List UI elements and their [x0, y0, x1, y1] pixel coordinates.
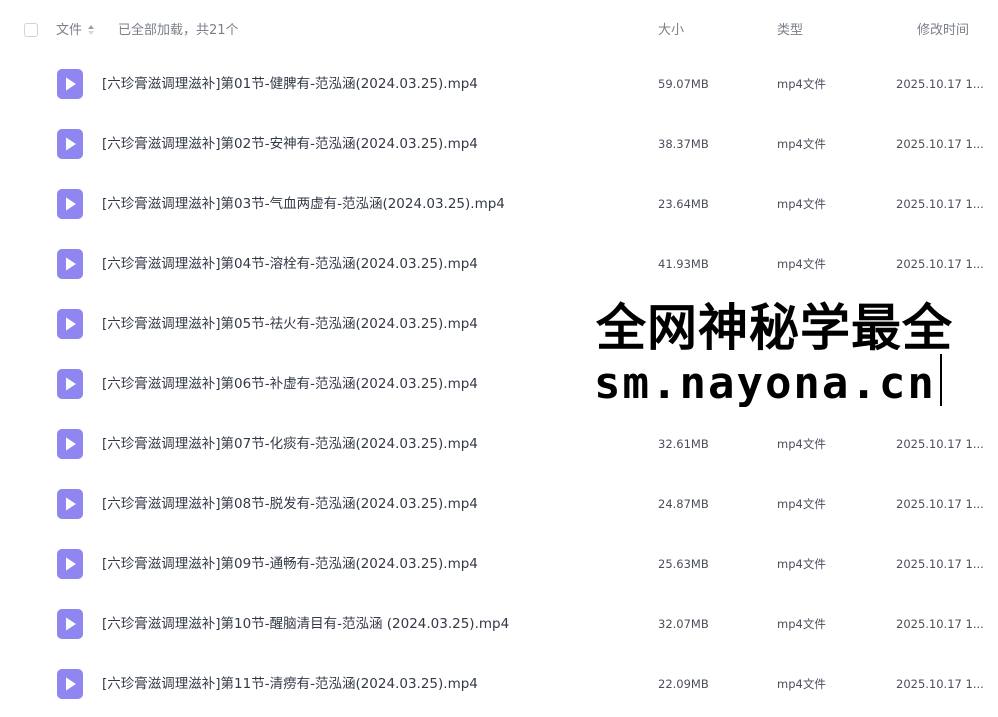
- column-header-modified[interactable]: 修改时间: [917, 23, 969, 39]
- file-row[interactable]: [六珍膏滋调理滋补]第02节-安神有-范泓涵(2024.03.25).mp4 38…: [0, 117, 998, 177]
- column-header-file[interactable]: 文件: [56, 23, 82, 39]
- column-header-size[interactable]: 大小: [658, 23, 684, 39]
- file-row[interactable]: [六珍膏滋调理滋补]第08节-脱发有-范泓涵(2024.03.25).mp4 24…: [0, 477, 998, 537]
- file-size: 59.07MB: [658, 77, 709, 91]
- video-file-icon: [57, 669, 83, 699]
- file-size: 24.87MB: [658, 497, 709, 511]
- file-modified-date: 2025.10.17 1...: [896, 497, 984, 511]
- watermark-overlay: 全网神秘学最全 sm.nayona.cn: [592, 296, 998, 412]
- column-header-type[interactable]: 类型: [777, 23, 803, 39]
- text-caret: [940, 354, 942, 406]
- file-type: mp4文件: [777, 557, 826, 571]
- file-name[interactable]: [六珍膏滋调理滋补]第02节-安神有-范泓涵(2024.03.25).mp4: [102, 135, 478, 153]
- video-file-icon: [57, 69, 83, 99]
- file-type: mp4文件: [777, 497, 826, 511]
- file-size: 38.37MB: [658, 137, 709, 151]
- file-name[interactable]: [六珍膏滋调理滋补]第03节-气血两虚有-范泓涵(2024.03.25).mp4: [102, 195, 505, 213]
- file-name[interactable]: [六珍膏滋调理滋补]第08节-脱发有-范泓涵(2024.03.25).mp4: [102, 495, 478, 513]
- video-file-icon: [57, 249, 83, 279]
- file-modified-date: 2025.10.17 1...: [896, 77, 984, 91]
- video-file-icon: [57, 609, 83, 639]
- file-modified-date: 2025.10.17 1...: [896, 257, 984, 271]
- file-type: mp4文件: [777, 77, 826, 91]
- file-list-header: 文件 已全部加载，共21个 大小 类型 修改时间: [0, 0, 998, 62]
- sort-icon[interactable]: [88, 25, 94, 37]
- file-size: 32.61MB: [658, 437, 709, 451]
- file-size: 23.64MB: [658, 197, 709, 211]
- file-size: 25.63MB: [658, 557, 709, 571]
- file-modified-date: 2025.10.17 1...: [896, 437, 984, 451]
- file-modified-date: 2025.10.17 1...: [896, 557, 984, 571]
- file-row[interactable]: [六珍膏滋调理滋补]第03节-气血两虚有-范泓涵(2024.03.25).mp4…: [0, 177, 998, 237]
- file-name[interactable]: [六珍膏滋调理滋补]第06节-补虚有-范泓涵(2024.03.25).mp4: [102, 375, 478, 393]
- video-file-icon: [57, 129, 83, 159]
- file-type: mp4文件: [777, 197, 826, 211]
- file-name[interactable]: [六珍膏滋调理滋补]第07节-化痰有-范泓涵(2024.03.25).mp4: [102, 435, 478, 453]
- video-file-icon: [57, 489, 83, 519]
- file-name[interactable]: [六珍膏滋调理滋补]第10节-醒脑清目有-范泓涵 (2024.03.25).mp…: [102, 615, 509, 633]
- file-type: mp4文件: [777, 257, 826, 271]
- video-file-icon: [57, 369, 83, 399]
- video-file-icon: [57, 549, 83, 579]
- file-name[interactable]: [六珍膏滋调理滋补]第01节-健脾有-范泓涵(2024.03.25).mp4: [102, 75, 478, 93]
- file-modified-date: 2025.10.17 1...: [896, 197, 984, 211]
- file-row[interactable]: [六珍膏滋调理滋补]第04节-溶栓有-范泓涵(2024.03.25).mp4 41…: [0, 237, 998, 297]
- file-modified-date: 2025.10.17 1...: [896, 617, 984, 631]
- video-file-icon: [57, 309, 83, 339]
- file-row[interactable]: [六珍膏滋调理滋补]第09节-通畅有-范泓涵(2024.03.25).mp4 25…: [0, 537, 998, 597]
- file-size: 41.93MB: [658, 257, 709, 271]
- file-row[interactable]: [六珍膏滋调理滋补]第01节-健脾有-范泓涵(2024.03.25).mp4 59…: [0, 57, 998, 117]
- file-type: mp4文件: [777, 677, 826, 691]
- video-file-icon: [57, 429, 83, 459]
- file-type: mp4文件: [777, 137, 826, 151]
- file-name[interactable]: [六珍膏滋调理滋补]第09节-通畅有-范泓涵(2024.03.25).mp4: [102, 555, 478, 573]
- file-modified-date: 2025.10.17 1...: [896, 677, 984, 691]
- select-all-checkbox[interactable]: [24, 23, 38, 37]
- file-type: mp4文件: [777, 617, 826, 631]
- watermark-line1: 全网神秘学最全: [596, 299, 953, 357]
- loaded-count-text: 已全部加载，共21个: [118, 23, 239, 38]
- file-row[interactable]: [六珍膏滋调理滋补]第10节-醒脑清目有-范泓涵 (2024.03.25).mp…: [0, 597, 998, 657]
- file-type: mp4文件: [777, 437, 826, 451]
- file-name[interactable]: [六珍膏滋调理滋补]第11节-清痨有-范泓涵(2024.03.25).mp4: [102, 675, 478, 693]
- file-modified-date: 2025.10.17 1...: [896, 137, 984, 151]
- file-row[interactable]: [六珍膏滋调理滋补]第07节-化痰有-范泓涵(2024.03.25).mp4 32…: [0, 417, 998, 477]
- file-row[interactable]: [六珍膏滋调理滋补]第11节-清痨有-范泓涵(2024.03.25).mp4 22…: [0, 657, 998, 717]
- watermark-line2: sm.nayona.cn: [594, 358, 936, 409]
- file-size: 32.07MB: [658, 617, 709, 631]
- file-size: 22.09MB: [658, 677, 709, 691]
- file-name[interactable]: [六珍膏滋调理滋补]第05节-祛火有-范泓涵(2024.03.25).mp4: [102, 315, 478, 333]
- file-name[interactable]: [六珍膏滋调理滋补]第04节-溶栓有-范泓涵(2024.03.25).mp4: [102, 255, 478, 273]
- video-file-icon: [57, 189, 83, 219]
